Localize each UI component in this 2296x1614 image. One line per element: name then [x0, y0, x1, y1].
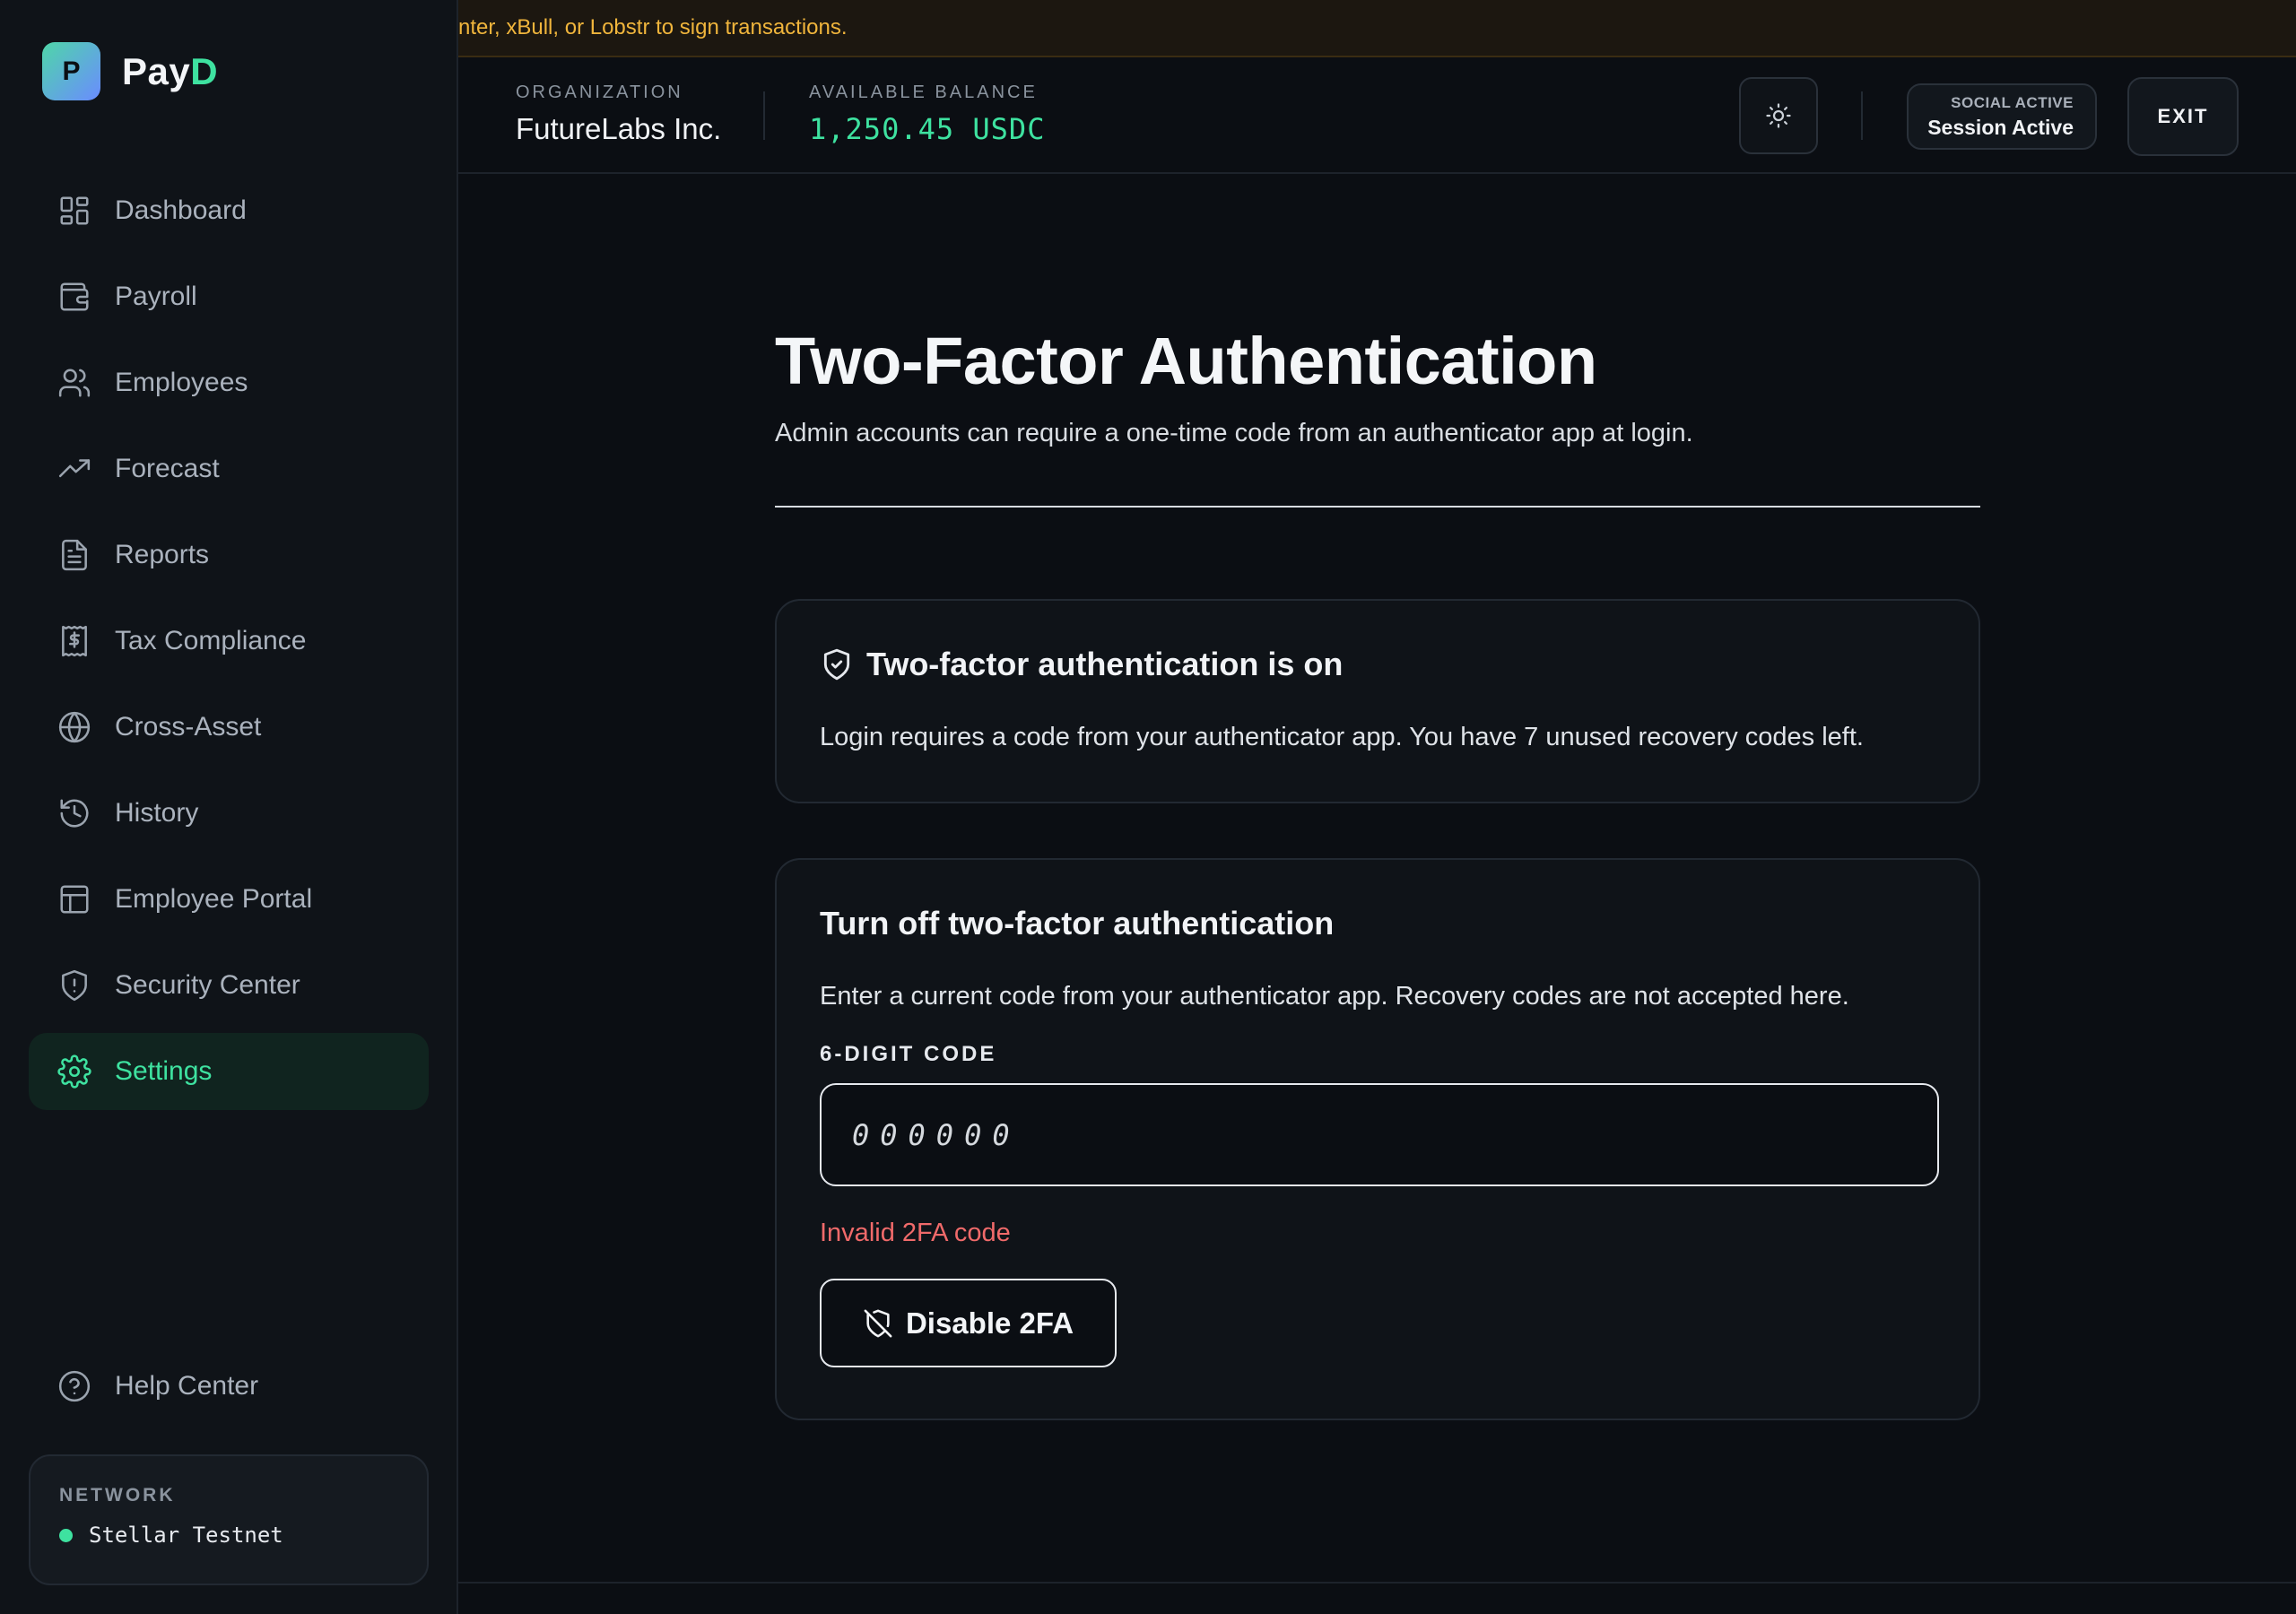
- sidebar-item-reports[interactable]: Reports: [29, 516, 429, 594]
- sidebar-item-settings[interactable]: Settings: [29, 1033, 429, 1110]
- sidebar-item-employee-portal[interactable]: Employee Portal: [29, 861, 429, 938]
- sidebar-nav: Dashboard Payroll Employees Forecast Rep…: [29, 172, 429, 1119]
- code-input[interactable]: [820, 1083, 1939, 1186]
- sidebar-item-help-center[interactable]: Help Center: [29, 1348, 429, 1425]
- header-divider: [1861, 91, 1863, 140]
- twofa-status-card: Two-factor authentication is on Login re…: [775, 599, 1980, 803]
- organization-caption: ORGANIZATION: [516, 82, 683, 102]
- footer-divider: [458, 1582, 2296, 1584]
- theme-toggle-button[interactable]: [1739, 77, 1818, 154]
- app-root: P PayD Dashboard Payroll Employees Forec…: [0, 0, 2296, 1614]
- receipt-icon: [62, 625, 87, 657]
- page-subtitle: Admin accounts can require a one-time co…: [775, 419, 1693, 447]
- dashboard-icon: [60, 196, 89, 225]
- sidebar-item-label: Settings: [115, 1056, 213, 1086]
- session-status-badge[interactable]: SOCIAL ACTIVE Session Active: [1907, 83, 2097, 150]
- exit-button[interactable]: EXIT: [2127, 77, 2239, 156]
- sidebar-item-payroll[interactable]: Payroll: [29, 258, 429, 335]
- network-row: Stellar Testnet: [59, 1523, 398, 1548]
- brand-name-main: Pay: [122, 49, 191, 92]
- layout-icon: [60, 885, 89, 914]
- sidebar-item-label: Reports: [115, 540, 210, 569]
- document-icon: [62, 539, 87, 571]
- header-divider: [763, 91, 765, 140]
- globe-icon: [58, 711, 91, 743]
- sidebar-item-forecast[interactable]: Forecast: [29, 430, 429, 508]
- sidebar-item-dashboard[interactable]: Dashboard: [29, 172, 429, 249]
- title-divider: [775, 506, 1980, 508]
- network-caption: NETWORK: [59, 1485, 176, 1506]
- sidebar-item-label: Employee Portal: [115, 884, 313, 914]
- code-field-label: 6-DIGIT CODE: [820, 1042, 997, 1066]
- sidebar-item-tax-compliance[interactable]: Tax Compliance: [29, 603, 429, 680]
- sidebar-item-label: Tax Compliance: [115, 626, 307, 655]
- brand-mark: P: [42, 42, 100, 100]
- gear-icon: [57, 1054, 91, 1089]
- shield-off-icon: [864, 1309, 892, 1337]
- page-title: Two-Factor Authentication: [775, 324, 1597, 398]
- sidebar-item-label: Dashboard: [115, 195, 247, 225]
- disable-card-title: Turn off two-factor authentication: [820, 905, 1335, 941]
- balance-block: AVAILABLE BALANCE 1,250.45 USDC: [809, 82, 1045, 146]
- sidebar-item-label: Payroll: [115, 282, 197, 311]
- banner-text: nter, xBull, or Lobstr to sign transacti…: [458, 15, 848, 39]
- disable-card-text: Enter a current code from your authentic…: [820, 982, 1849, 1011]
- wallet-warning-banner: nter, xBull, or Lobstr to sign transacti…: [458, 0, 2296, 57]
- session-status-line2: Session Active: [1927, 115, 2074, 139]
- session-status-line1: SOCIAL ACTIVE: [1951, 93, 2074, 111]
- disable-2fa-label: Disable 2FA: [905, 1306, 1074, 1340]
- help-center-link[interactable]: Help Center: [29, 1348, 429, 1434]
- balance-value: 1,250.45 USDC: [809, 112, 1046, 146]
- sidebar: P PayD Dashboard Payroll Employees Forec…: [0, 0, 458, 1614]
- sidebar-item-employees[interactable]: Employees: [29, 344, 429, 421]
- brand-name-accent: D: [190, 49, 219, 92]
- error-message: Invalid 2FA code: [820, 1219, 1011, 1247]
- sidebar-item-security-center[interactable]: Security Center: [29, 947, 429, 1024]
- help-center-label: Help Center: [115, 1371, 259, 1401]
- disable-2fa-button[interactable]: Disable 2FA: [820, 1279, 1117, 1367]
- trending-up-icon: [58, 459, 91, 478]
- network-indicator: NETWORK Stellar Testnet: [29, 1454, 429, 1585]
- sidebar-item-history[interactable]: History: [29, 775, 429, 852]
- main-content: Two-Factor Authentication Admin accounts…: [775, 323, 1980, 1420]
- network-value: Stellar Testnet: [89, 1523, 283, 1548]
- help-circle-icon: [58, 1370, 91, 1402]
- sidebar-item-cross-asset[interactable]: Cross-Asset: [29, 689, 429, 766]
- wallet-icon: [60, 282, 89, 311]
- brand-logo[interactable]: P PayD: [42, 42, 218, 100]
- sun-icon: [1766, 103, 1791, 128]
- status-title-row: Two-factor authentication is on: [820, 646, 1935, 683]
- organization-block: ORGANIZATION FutureLabs Inc.: [516, 82, 721, 146]
- sidebar-item-label: Cross-Asset: [115, 712, 262, 742]
- sidebar-item-label: Forecast: [115, 454, 220, 483]
- organization-name: FutureLabs Inc.: [516, 112, 722, 145]
- history-icon: [60, 799, 89, 828]
- disable-twofa-card: Turn off two-factor authentication Enter…: [775, 858, 1980, 1420]
- sidebar-item-label: Employees: [115, 368, 248, 397]
- users-icon: [58, 369, 91, 397]
- network-status-dot: [59, 1528, 73, 1542]
- shield-alert-icon: [62, 969, 87, 1002]
- balance-caption: AVAILABLE BALANCE: [809, 82, 1038, 102]
- brand-name: PayD: [122, 50, 218, 93]
- status-card-title: Two-factor authentication is on: [866, 646, 1344, 682]
- status-card-text: Login requires a code from your authenti…: [820, 723, 1864, 751]
- shield-check-icon: [823, 648, 850, 681]
- top-header: ORGANIZATION FutureLabs Inc. AVAILABLE B…: [458, 57, 2296, 174]
- sidebar-item-label: History: [115, 798, 199, 828]
- sidebar-item-label: Security Center: [115, 970, 300, 1000]
